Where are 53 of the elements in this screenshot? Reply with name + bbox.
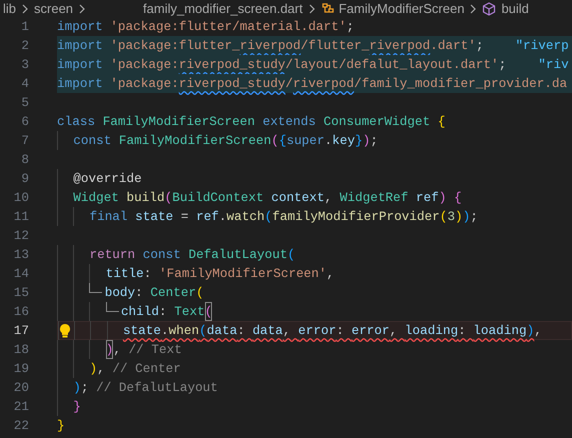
line-number: 12 [12, 226, 30, 245]
line-number: 3 [20, 56, 30, 74]
code-line: import 'package:riverpod_study/layout/defalut_layout.dart'; [57, 56, 506, 74]
lightbulb-icon[interactable] [59, 323, 71, 338]
code-line: const FamilyModifierScreen({super.key}); [57, 131, 378, 150]
line-number: 16 [12, 302, 30, 321]
inlay-hint: "riv [538, 56, 569, 74]
code-line: Widget build(BuildContext context, WidgetRef ref) { [57, 188, 462, 207]
breadcrumb-item[interactable]: FamilyModifierScreen [338, 0, 464, 18]
line-number: 20 [12, 378, 30, 397]
line-number: 22 [12, 416, 30, 435]
code-line: ), // Text [57, 340, 182, 359]
line-number: 5 [20, 94, 30, 112]
line-number: 14 [12, 264, 30, 283]
inlay-hint: "riverp [515, 36, 569, 55]
chevron-right-icon [308, 4, 315, 14]
code-line: ), // Center [57, 359, 181, 378]
code-line: final state = ref.watch(familyModifierProvider(3)); [57, 207, 478, 226]
line-number: 4 [20, 74, 30, 93]
line-number: 21 [12, 398, 30, 416]
code-line: return const DefalutLayout( [57, 245, 296, 264]
code-line: ); // DefalutLayout [57, 378, 218, 397]
code-line: title: 'FamilyModifierScreen', [57, 264, 334, 283]
line-number: 2 [20, 36, 30, 55]
breadcrumb-item[interactable]: build [501, 0, 529, 18]
line-number: 17 [12, 322, 30, 340]
chevron-right-icon [22, 4, 28, 14]
code-line: body: Center( [57, 283, 204, 302]
line-number: 9 [20, 170, 30, 188]
code-line: import 'package:flutter/material.dart'; [57, 18, 354, 36]
line-number: 1 [20, 18, 30, 36]
line-number: 19 [12, 360, 30, 378]
code-line: } [57, 416, 65, 435]
breadcrumb-item[interactable]: family_modifier_screen.dart [143, 0, 303, 18]
code-line: import 'package:riverpod_study/riverpod/family_modifier_provider.da [57, 74, 568, 93]
class-symbol-icon [320, 2, 335, 15]
line-number: 8 [20, 150, 30, 169]
line-number: 15 [12, 284, 30, 302]
line-number: 13 [12, 246, 30, 264]
breadcrumb-item[interactable]: lib [3, 0, 16, 18]
code-line: class FamilyModifierScreen extends ConsumerWidget { [57, 112, 446, 131]
code-line: @override [57, 169, 142, 188]
line-number: 18 [12, 340, 30, 359]
chevron-right-icon [470, 4, 476, 14]
cube-icon [482, 2, 496, 16]
code-line: } [57, 397, 81, 416]
line-number: 11 [12, 208, 30, 226]
line-number: 7 [20, 132, 30, 150]
chevron-right-icon [79, 4, 86, 14]
line-number: 10 [12, 188, 30, 207]
line-number: 6 [20, 112, 30, 131]
code-line: import 'package:flutter_riverpod/flutter_riverpod.dart'; [57, 36, 484, 55]
breadcrumb-item[interactable]: screen [34, 0, 74, 18]
